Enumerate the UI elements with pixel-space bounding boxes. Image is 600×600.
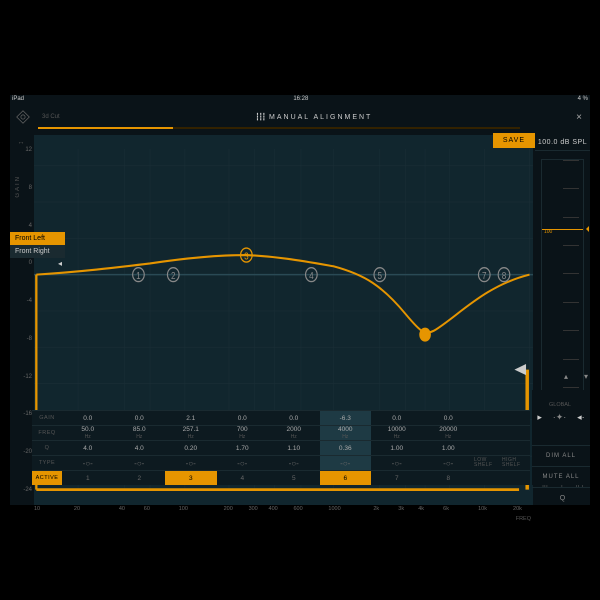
- band-3-select[interactable]: 3: [165, 470, 217, 485]
- channel-front-right[interactable]: Front Right: [10, 245, 65, 258]
- band-6-gain[interactable]: -6.3: [320, 410, 372, 425]
- band-1-gain[interactable]: 0.0: [62, 410, 114, 425]
- ios-status-bar: iPad 16:28 4 %: [12, 96, 588, 102]
- band-6-type-icon[interactable]: -○-: [320, 455, 372, 470]
- band-5-select[interactable]: 5: [268, 470, 320, 485]
- band-6-q[interactable]: 0.36: [320, 440, 372, 455]
- band-2-select[interactable]: 2: [114, 470, 166, 485]
- band-2-freq[interactable]: 85.0Hz: [114, 425, 166, 440]
- global-label: GLOBAL: [532, 402, 588, 408]
- band-8-select[interactable]: 8: [423, 470, 475, 485]
- svg-text:4: 4: [309, 270, 314, 281]
- app-header: 3d Cut ┇┇┇ MANUAL ALIGNMENT ×: [10, 106, 590, 128]
- low-shelf-label[interactable]: LOW SHELF: [474, 455, 502, 470]
- band-4-freq[interactable]: 700Hz: [217, 425, 269, 440]
- channel-front-left[interactable]: Front Left: [10, 232, 65, 245]
- mute-all-button[interactable]: MUTE ALL: [532, 467, 590, 488]
- chevron-up-icon[interactable]: ▴: [564, 372, 568, 381]
- global-prev-icon[interactable]: ▸: [537, 412, 542, 423]
- band-1-type-icon[interactable]: -○-: [62, 455, 114, 470]
- band-3-gain[interactable]: 2.1: [165, 410, 217, 425]
- band-2-q[interactable]: 4.0: [114, 440, 166, 455]
- band-5-q[interactable]: 1.10: [268, 440, 320, 455]
- band-5-freq[interactable]: 2000Hz: [268, 425, 320, 440]
- band-8-gain[interactable]: 0.0: [423, 410, 475, 425]
- svg-text:5: 5: [378, 270, 383, 281]
- close-button[interactable]: ×: [568, 112, 590, 123]
- row-label-active: ACTIVE: [32, 470, 62, 485]
- page-title: ┇┇┇ MANUAL ALIGNMENT: [60, 113, 568, 121]
- band-8-q[interactable]: 1.00: [423, 440, 475, 455]
- svg-text:3: 3: [244, 251, 249, 262]
- band-2-gain[interactable]: 0.0: [114, 410, 166, 425]
- global-next-icon[interactable]: ◂·: [577, 412, 585, 423]
- q-axis-label: Q: [535, 492, 590, 505]
- progress-bar: [38, 127, 520, 129]
- band-5-gain[interactable]: 0.0: [268, 410, 320, 425]
- row-label-gain: GAIN: [32, 410, 62, 425]
- save-button[interactable]: SAVE: [493, 133, 535, 148]
- band-8-type-icon[interactable]: -○-: [423, 455, 475, 470]
- band-7-freq[interactable]: 10000Hz: [371, 425, 423, 440]
- band-3-freq[interactable]: 257.1Hz: [165, 425, 217, 440]
- band-1-freq[interactable]: 50.0Hz: [62, 425, 114, 440]
- battery: 4 %: [578, 96, 588, 102]
- svg-text:2: 2: [171, 270, 176, 281]
- band-1-q[interactable]: 4.0: [62, 440, 114, 455]
- band-3-q[interactable]: 0.20: [165, 440, 217, 455]
- band-8-freq[interactable]: 20000Hz: [423, 425, 475, 440]
- x-axis-label: FREQ: [516, 516, 531, 522]
- spl-readout: 100.0 dB SPL: [535, 135, 590, 151]
- expand-icon[interactable]: ↔: [10, 139, 32, 146]
- global-knob-icon[interactable]: ·✦·: [553, 412, 567, 423]
- band-parameter-table: GAIN 0.0 0.0 2.1 0.0 0.0 -6.3 0.0 0.0 FR…: [32, 410, 530, 485]
- clock: 16:28: [293, 96, 308, 102]
- cut-label: 3d Cut: [42, 114, 60, 120]
- high-shelf-label[interactable]: HIGH SHELF: [502, 455, 530, 470]
- neumann-logo-icon: [10, 106, 36, 128]
- band-7-gain[interactable]: 0.0: [371, 410, 423, 425]
- svg-text:7: 7: [482, 270, 487, 281]
- band-6-freq[interactable]: 4000Hz: [320, 425, 372, 440]
- sliders-icon: ┇┇┇: [255, 113, 265, 121]
- channel-collapse-icon[interactable]: ◂: [10, 258, 65, 269]
- band-3-type-icon[interactable]: -○-: [165, 455, 217, 470]
- band-7-type-icon[interactable]: -○-: [371, 455, 423, 470]
- band-1-select[interactable]: 1: [62, 470, 114, 485]
- device-label: iPad: [12, 96, 24, 102]
- band-5-type-icon[interactable]: -○-: [268, 455, 320, 470]
- band-4-select[interactable]: 4: [217, 470, 269, 485]
- row-label-q: Q: [32, 440, 62, 455]
- chevron-down-icon[interactable]: ▾: [584, 372, 588, 381]
- band-4-q[interactable]: 1.70: [217, 440, 269, 455]
- band-7-q[interactable]: 1.00: [371, 440, 423, 455]
- band-4-gain[interactable]: 0.0: [217, 410, 269, 425]
- band-7-select[interactable]: 7: [371, 470, 423, 485]
- band-6-select[interactable]: 6: [320, 470, 372, 485]
- dim-all-button[interactable]: DIM ALL: [532, 446, 590, 467]
- band-2-type-icon[interactable]: -○-: [114, 455, 166, 470]
- svg-text:8: 8: [502, 270, 507, 281]
- band-4-type-icon[interactable]: -○-: [217, 455, 269, 470]
- channel-selector: Front Left Front Right ◂: [10, 232, 65, 269]
- x-ticks: 10 20 40 60 100 200 300 400 600 1000 2k …: [34, 506, 533, 514]
- row-label-type: TYPE: [32, 455, 62, 470]
- selected-band-handle[interactable]: [419, 328, 431, 342]
- y-ticks: 1284 0-4-8 -12-16-20 -24: [20, 147, 32, 493]
- svg-text:1: 1: [136, 270, 141, 281]
- row-label-freq: FREQ: [32, 425, 62, 440]
